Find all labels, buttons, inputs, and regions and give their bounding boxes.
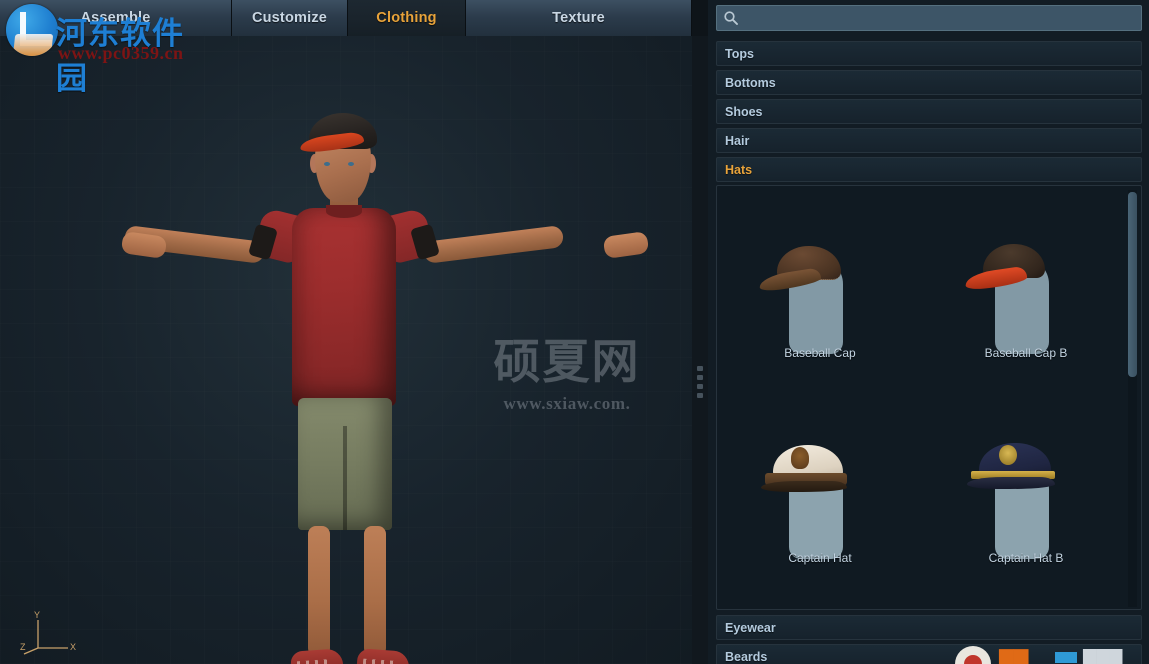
axis-gizmo-icon: Y X Z [20,610,90,656]
tab-customize[interactable]: Customize [232,0,348,36]
axis-label-z: Z [20,642,26,652]
3d-viewport[interactable]: 硕夏网 www.sxiaw.com. Y X Z [0,36,692,664]
tab-clothing-label: Clothing [376,10,437,26]
item-grid[interactable]: Baseball Cap Baseball Cap B Captain Hat … [716,185,1142,610]
item-label: Baseball Cap B [984,346,1068,360]
category-tops[interactable]: Tops [716,41,1142,66]
item-captain-hat[interactable]: Captain Hat [717,411,923,609]
category-eyewear-label: Eyewear [725,620,776,635]
category-eyewear[interactable]: Eyewear [716,615,1142,640]
category-beards[interactable]: Beards [716,644,1142,664]
item-grid-scrollbar[interactable] [1128,190,1137,607]
item-label: Baseball Cap [784,346,856,360]
tab-assemble-label: Assemble [80,10,151,26]
character-shorts [298,398,392,530]
category-shoes[interactable]: Shoes [716,99,1142,124]
character-leg-left [308,526,330,656]
axis-label-x: X [70,642,77,652]
character-arm-right [422,225,565,264]
baseball-cap-thumb [717,206,923,366]
item-captain-hat-b[interactable]: Captain Hat B [923,411,1129,609]
captain-hat-b-thumb [923,411,1129,571]
captain-hat-thumb [717,411,923,571]
item-label: Captain Hat [788,551,852,565]
tab-texture-label: Texture [552,10,605,26]
category-bottoms[interactable]: Bottoms [716,70,1142,95]
baseball-cap-b-thumb [923,206,1129,366]
character-leg-right [364,526,386,656]
item-baseball-cap[interactable]: Baseball Cap [717,206,923,411]
character-model[interactable] [0,36,692,664]
category-hats[interactable]: Hats [716,157,1142,182]
item-baseball-cap-b[interactable]: Baseball Cap B [923,206,1129,411]
item-label: Captain Hat B [988,551,1064,565]
category-beards-label: Beards [725,649,768,664]
tab-assemble[interactable]: Assemble [0,0,232,36]
item-grid-row: Baseball Cap Baseball Cap B [717,206,1129,411]
tab-customize-label: Customize [251,10,328,26]
search-icon [723,10,739,26]
panel-resize-handle[interactable] [692,36,708,664]
resize-grip-icon [697,366,703,402]
search-input[interactable] [739,11,1141,25]
character-shirt [292,205,396,406]
application-window: Assemble Customize Clothing Texture 河东软件… [0,0,1149,664]
category-hats-label: Hats [725,162,753,177]
item-grid-row: Captain Hat Captain Hat B [717,411,1129,609]
library-panel: Tops Bottoms Shoes Hair Hats Baseball Ca… [708,0,1149,664]
search-bar[interactable] [716,5,1142,31]
category-hair-label: Hair [725,133,750,148]
character-eye-left [324,162,330,166]
character-eye-right [348,162,354,166]
character-shoe-left [290,648,344,664]
scrollbar-thumb[interactable] [1128,192,1137,377]
category-shoes-label: Shoes [725,104,763,119]
category-tops-label: Tops [725,46,754,61]
category-hair[interactable]: Hair [716,128,1142,153]
character-hand-right [602,231,650,259]
tab-clothing[interactable]: Clothing [348,0,466,36]
category-bottoms-label: Bottoms [725,75,776,90]
main-tab-bar: Assemble Customize Clothing Texture [0,0,692,36]
axis-label-y: Y [34,610,41,620]
tab-texture[interactable]: Texture [466,0,692,36]
character-shoe-right [356,648,410,664]
